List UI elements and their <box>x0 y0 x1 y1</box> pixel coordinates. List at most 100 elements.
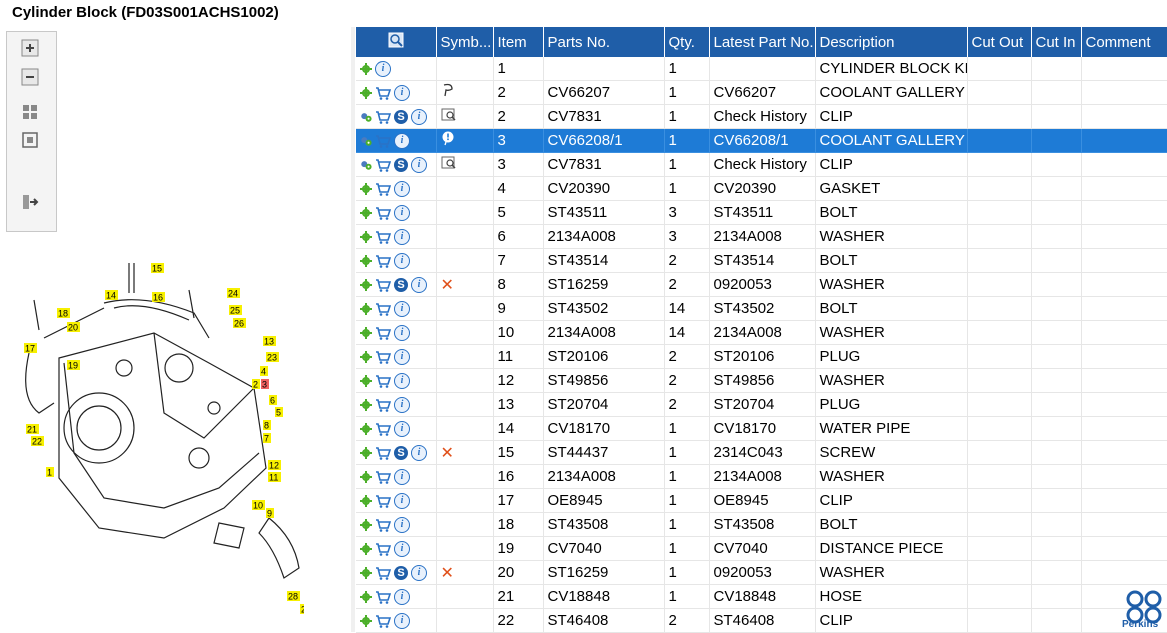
table-row[interactable]: i 2 CV66207 1 CV66207 COOLANT GALLERY <box>356 80 1167 105</box>
history-book-icon[interactable] <box>441 108 457 122</box>
gear-icon[interactable] <box>360 423 372 436</box>
fit-frame-icon[interactable] <box>20 130 40 150</box>
callout-13[interactable]: 13 <box>263 336 276 347</box>
callout-19[interactable]: 19 <box>67 360 80 371</box>
gear-icon[interactable] <box>360 231 372 244</box>
note-pin-icon[interactable] <box>441 83 455 98</box>
callout-24[interactable]: 24 <box>227 288 240 299</box>
table-row[interactable]: i 19 CV7040 1 CV7040 DISTANCE PIECE <box>356 536 1167 561</box>
info-icon[interactable]: i <box>394 589 410 606</box>
table-row[interactable]: i 14 CV18170 1 CV18170 WATER PIPE <box>356 416 1167 441</box>
info-icon[interactable]: i <box>411 445 427 462</box>
info-icon[interactable]: i <box>394 493 410 510</box>
callout-6[interactable]: 6 <box>269 395 277 406</box>
cart-icon[interactable] <box>375 374 391 388</box>
supersession-icon[interactable]: S <box>394 566 408 581</box>
callout-20[interactable]: 20 <box>67 322 80 333</box>
table-row[interactable]: i 18 ST43508 1 ST43508 BOLT <box>356 512 1167 537</box>
gears-icon[interactable] <box>360 159 372 171</box>
gear-icon[interactable] <box>360 375 372 388</box>
history-book-icon[interactable] <box>441 156 457 170</box>
callout-8[interactable]: 8 <box>263 420 271 431</box>
gear-icon[interactable] <box>360 255 372 268</box>
cart-icon[interactable] <box>375 158 391 172</box>
info-icon[interactable]: i <box>394 469 410 486</box>
gear-icon[interactable] <box>360 543 372 556</box>
zoom-out-icon[interactable] <box>20 67 40 87</box>
table-row[interactable]: i 5 ST43511 3 ST43511 BOLT <box>356 200 1167 225</box>
callout-25[interactable]: 25 <box>229 305 242 316</box>
cart-icon[interactable] <box>375 590 391 604</box>
table-row[interactable]: i 11 ST20106 2 ST20106 PLUG <box>356 344 1167 369</box>
fit-all-icon[interactable] <box>20 102 40 122</box>
callout-11[interactable]: 11 <box>268 472 281 483</box>
cart-icon[interactable] <box>375 446 391 460</box>
gear-icon[interactable] <box>360 303 372 316</box>
gear-icon[interactable] <box>360 615 372 628</box>
table-row[interactable]: i 10 2134A008 14 2134A008 WASHER <box>356 320 1167 345</box>
callout-10[interactable]: 10 <box>252 500 265 511</box>
info-icon[interactable]: i <box>394 85 410 102</box>
table-row[interactable]: i 1 1 CYLINDER BLOCK KIT <box>356 57 1167 81</box>
callout-16[interactable]: 16 <box>152 292 165 303</box>
info-icon[interactable]: i <box>394 253 410 270</box>
info-icon[interactable]: i <box>394 421 410 438</box>
info-icon[interactable]: i <box>394 229 410 246</box>
callout-3[interactable]: 3 <box>261 379 269 390</box>
supersession-icon[interactable]: S <box>394 110 408 125</box>
column-header-latest-part-no[interactable]: Latest Part No. <box>709 27 816 57</box>
callout-27[interactable]: 27 <box>300 604 313 615</box>
callout-9[interactable]: 9 <box>266 508 274 519</box>
info-icon[interactable]: i <box>394 373 410 390</box>
cart-icon[interactable] <box>375 278 391 292</box>
table-row[interactable]: Si ✕ 8 ST16259 2 0920053 WASHER <box>356 272 1167 297</box>
callout-2[interactable]: 2 <box>252 379 260 390</box>
column-header-find[interactable] <box>356 27 437 57</box>
cart-icon[interactable] <box>375 326 391 340</box>
callout-12[interactable]: 12 <box>268 460 281 471</box>
gear-icon[interactable] <box>360 63 372 76</box>
callout-21[interactable]: 21 <box>26 424 39 435</box>
cart-icon[interactable] <box>375 422 391 436</box>
column-header-symbol[interactable]: Symb... <box>436 27 494 57</box>
cart-icon[interactable] <box>375 110 391 124</box>
gear-icon[interactable] <box>360 471 372 484</box>
callout-14[interactable]: 14 <box>105 290 118 301</box>
table-row[interactable]: i 17 OE8945 1 OE8945 CLIP <box>356 488 1167 513</box>
gear-icon[interactable] <box>360 327 372 340</box>
info-icon[interactable]: i <box>394 541 410 558</box>
cart-icon[interactable] <box>375 206 391 220</box>
splitter[interactable] <box>351 27 355 632</box>
callout-17[interactable]: 17 <box>24 343 37 354</box>
gear-icon[interactable] <box>360 351 372 364</box>
cart-icon[interactable] <box>375 518 391 532</box>
gear-icon[interactable] <box>360 183 372 196</box>
table-row[interactable]: Si ✕ 20 ST16259 1 0920053 WASHER <box>356 560 1167 585</box>
supersession-icon[interactable]: S <box>394 446 408 461</box>
gear-icon[interactable] <box>360 495 372 508</box>
info-icon[interactable]: i <box>411 277 427 294</box>
cart-icon[interactable] <box>375 566 391 580</box>
cart-icon[interactable] <box>375 398 391 412</box>
info-icon[interactable]: i <box>394 517 410 534</box>
callout-4[interactable]: 4 <box>260 366 268 377</box>
callout-26[interactable]: 26 <box>233 318 246 329</box>
table-row[interactable]: i 12 ST49856 2 ST49856 WASHER <box>356 368 1167 393</box>
table-row[interactable]: i 13 ST20704 2 ST20704 PLUG <box>356 392 1167 417</box>
supersession-icon[interactable]: S <box>394 158 408 173</box>
gear-icon[interactable] <box>360 87 372 100</box>
cart-icon[interactable] <box>375 470 391 484</box>
cart-icon[interactable] <box>375 182 391 196</box>
info-icon[interactable]: i <box>394 301 410 318</box>
column-header-cut-in[interactable]: Cut In <box>1031 27 1082 57</box>
exploded-diagram[interactable]: 15 14 16 24 25 26 18 20 17 19 13 23 4 2 3 6 5 8 7 21 22 1 12 11… <box>4 238 338 628</box>
info-icon[interactable]: i <box>394 397 410 414</box>
supersession-icon[interactable]: S <box>394 278 408 293</box>
table-row[interactable]: i 3 CV66208/1 1 CV66208/1 COOLANT GALLERY <box>356 128 1167 153</box>
column-header-qty[interactable]: Qty. <box>664 27 710 57</box>
callout-7[interactable]: 7 <box>263 433 271 444</box>
column-header-cut-out[interactable]: Cut Out <box>967 27 1032 57</box>
cart-icon[interactable] <box>375 86 391 100</box>
table-row[interactable]: i 16 2134A008 1 2134A008 WASHER <box>356 464 1167 489</box>
table-row[interactable]: i 21 CV18848 1 CV18848 HOSE <box>356 584 1167 609</box>
